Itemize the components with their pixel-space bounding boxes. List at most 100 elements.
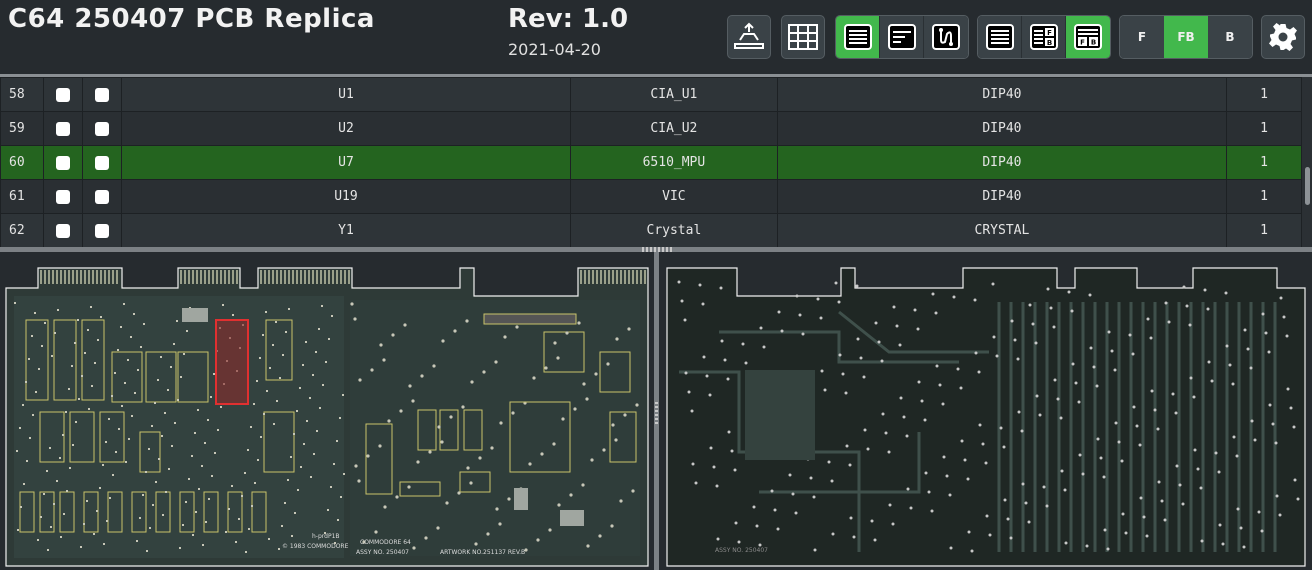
pad [99, 487, 101, 489]
pad [905, 434, 909, 438]
pad [1024, 501, 1028, 505]
bom-scrollbar[interactable] [1302, 77, 1312, 247]
pad [262, 334, 264, 336]
pad [1185, 304, 1189, 308]
layer-back-button[interactable]: B [1208, 16, 1252, 58]
pad [152, 504, 154, 506]
pad [327, 509, 329, 511]
bom-table-container[interactable]: 58 U1 CIA_U1 DIP40 1 59 U2 CIA_U2 DIP40 1 60 U7 6510… [0, 77, 1302, 247]
pad [720, 339, 724, 343]
pad [1163, 518, 1167, 522]
pad [44, 322, 46, 324]
pad [245, 551, 247, 553]
bom-left-right-button[interactable] [836, 16, 880, 58]
layout-mode-group: F B F B [977, 15, 1111, 59]
checkbox[interactable] [94, 223, 109, 238]
highlighted-component-u7[interactable] [215, 319, 249, 405]
pad [273, 423, 275, 425]
pad [708, 393, 712, 397]
silk-label: h-prdP1B [312, 533, 340, 540]
placed-checkbox [81, 77, 122, 112]
checkbox[interactable] [94, 189, 109, 204]
pad [100, 316, 102, 318]
pad [863, 428, 867, 432]
pad [1292, 425, 1296, 429]
connector-pin [56, 270, 58, 284]
toggle-dark-mode-button[interactable] [727, 15, 771, 59]
table-row[interactable]: 60 U7 6510_MPU DIP40 1 [0, 145, 1302, 180]
checkbox[interactable] [94, 87, 109, 102]
pcb-back-canvas[interactable]: ASSY NO. 250407 [659, 252, 1312, 570]
pad [1267, 350, 1271, 354]
connector-pin [284, 270, 286, 284]
top-bottom-layout-button[interactable]: F B [1066, 16, 1110, 58]
pad [37, 539, 39, 541]
pad [312, 374, 314, 376]
pad [118, 428, 120, 430]
pad [260, 436, 262, 438]
checkbox[interactable] [55, 223, 70, 238]
checkbox[interactable] [94, 121, 109, 136]
checkbox[interactable] [55, 121, 70, 136]
layer-front-button[interactable]: F [1120, 16, 1164, 58]
pad [561, 417, 565, 421]
pad [606, 362, 610, 366]
connector-pin [300, 270, 302, 284]
bom-only-button[interactable] [978, 16, 1022, 58]
pcb-front-canvas[interactable]: COMMODORE 64 ASSY NO. 250407 ARTWORK NO.… [0, 252, 654, 570]
connector-pin [592, 270, 594, 284]
toggle-grid-button[interactable] [781, 15, 825, 59]
silk-label: ASSY NO. 250407 [715, 547, 768, 554]
connector-pin [332, 270, 334, 284]
placed-checkbox [81, 145, 122, 180]
pad [909, 506, 913, 510]
pad [1171, 392, 1175, 396]
gear-icon [1269, 23, 1297, 51]
checkbox[interactable] [55, 87, 70, 102]
pad [1056, 397, 1060, 401]
sourced-checkbox [42, 213, 83, 247]
connector-pin [180, 270, 182, 284]
pad [1096, 437, 1100, 441]
connector-pin [320, 270, 322, 284]
pad [192, 534, 194, 536]
table-row[interactable]: 61 U19 VIC DIP40 1 [0, 179, 1302, 214]
pad [333, 463, 335, 465]
table-row[interactable]: 58 U1 CIA_U1 DIP40 1 [0, 77, 1302, 112]
settings-button[interactable] [1261, 15, 1305, 59]
pad [28, 358, 30, 360]
pad [149, 527, 151, 529]
pad [1268, 403, 1272, 407]
scrollbar-thumb[interactable] [1305, 167, 1310, 205]
pad [75, 421, 77, 423]
value-cell: CIA_U1 [570, 77, 778, 112]
pad [1120, 459, 1124, 463]
netlist-button[interactable] [924, 16, 968, 58]
pad [424, 536, 428, 540]
connector-pin [264, 270, 266, 284]
references-cell: U2 [120, 111, 572, 146]
layer-front-back-button[interactable]: FB [1164, 16, 1208, 58]
pad [809, 476, 813, 480]
pad [300, 466, 302, 468]
table-row[interactable]: 62 Y1 Crystal CRYSTAL 1 [0, 213, 1302, 247]
checkbox[interactable] [55, 189, 70, 204]
pad [358, 378, 362, 382]
pad [837, 300, 841, 304]
pad [1107, 330, 1111, 334]
top-bar: C64 250407 PCB Replica Rev: 1.0 2021-04-… [0, 0, 1312, 76]
top-bottom-layout-icon: F B [1074, 24, 1102, 50]
checkbox[interactable] [55, 155, 70, 170]
bom-top-bottom-button[interactable] [880, 16, 924, 58]
pad [581, 483, 585, 487]
pad [268, 538, 270, 540]
pad [198, 488, 200, 490]
row-number: 59 [0, 111, 44, 146]
connector-pin [644, 270, 646, 284]
pad [387, 419, 391, 423]
left-right-layout-button[interactable]: F B [1022, 16, 1066, 58]
references-cell: U19 [120, 179, 572, 214]
pad [142, 494, 144, 496]
table-row[interactable]: 59 U2 CIA_U2 DIP40 1 [0, 111, 1302, 146]
checkbox[interactable] [94, 155, 109, 170]
